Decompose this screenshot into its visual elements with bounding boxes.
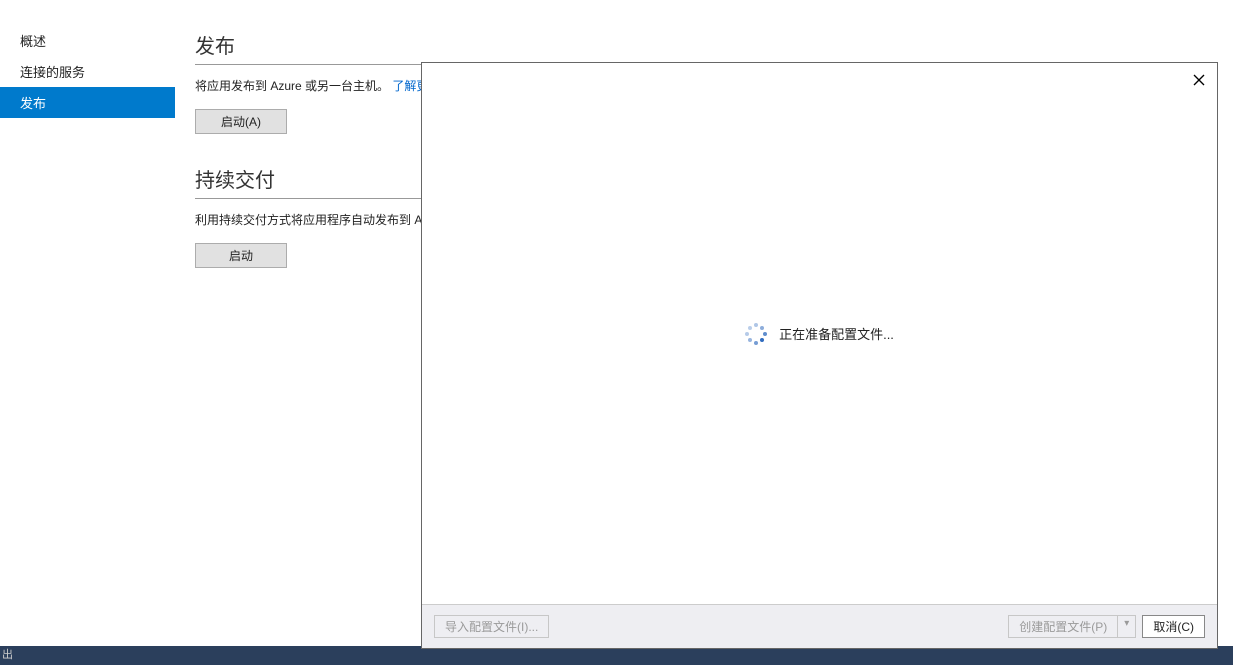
close-icon[interactable] [1193,73,1205,89]
publish-launch-button[interactable]: 启动(A) [195,109,287,134]
sidebar-item-publish[interactable]: 发布 [0,87,175,118]
status-bar-text: 出 [2,649,13,661]
section-publish-title: 发布 [195,30,1193,59]
loading-text: 正在准备配置文件... [779,324,894,343]
publish-profile-modal: 正在准备配置文件... 导入配置文件(I)... 创建配置文件(P) ▾ 取消(… [421,62,1218,649]
create-profile-split-button[interactable]: 创建配置文件(P) ▾ [1008,615,1136,638]
chevron-down-icon[interactable]: ▾ [1117,615,1136,638]
modal-footer: 导入配置文件(I)... 创建配置文件(P) ▾ 取消(C) [422,604,1217,648]
sidebar: 概述 连接的服务 发布 [0,0,175,665]
loading-spinner-icon [745,323,767,345]
cancel-button[interactable]: 取消(C) [1142,615,1205,638]
sidebar-item-overview[interactable]: 概述 [0,25,175,56]
modal-body: 正在准备配置文件... [422,63,1217,604]
publish-desc-text: 将应用发布到 Azure 或另一台主机。 [195,79,389,93]
cd-launch-button[interactable]: 启动 [195,243,287,268]
create-profile-button-label: 创建配置文件(P) [1008,615,1117,638]
sidebar-item-connected-services[interactable]: 连接的服务 [0,56,175,87]
import-profile-button[interactable]: 导入配置文件(I)... [434,615,549,638]
